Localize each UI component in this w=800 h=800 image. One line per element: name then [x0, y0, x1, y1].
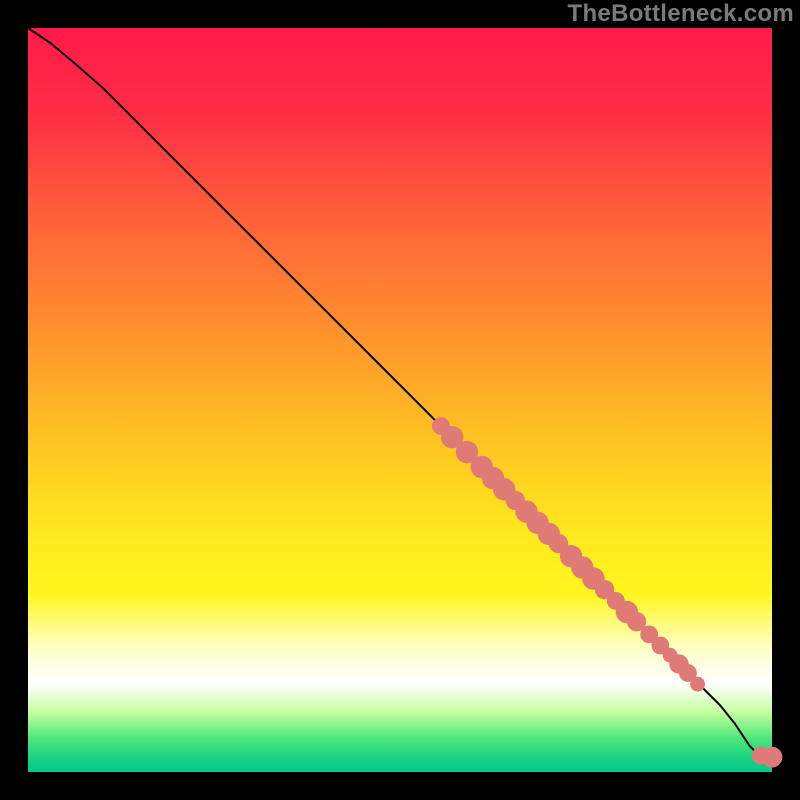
- data-marker: [690, 677, 705, 692]
- plot-background: [28, 28, 772, 772]
- bottleneck-chart: [0, 0, 800, 800]
- chart-container: TheBottleneck.com: [0, 0, 800, 800]
- data-marker: [762, 747, 783, 768]
